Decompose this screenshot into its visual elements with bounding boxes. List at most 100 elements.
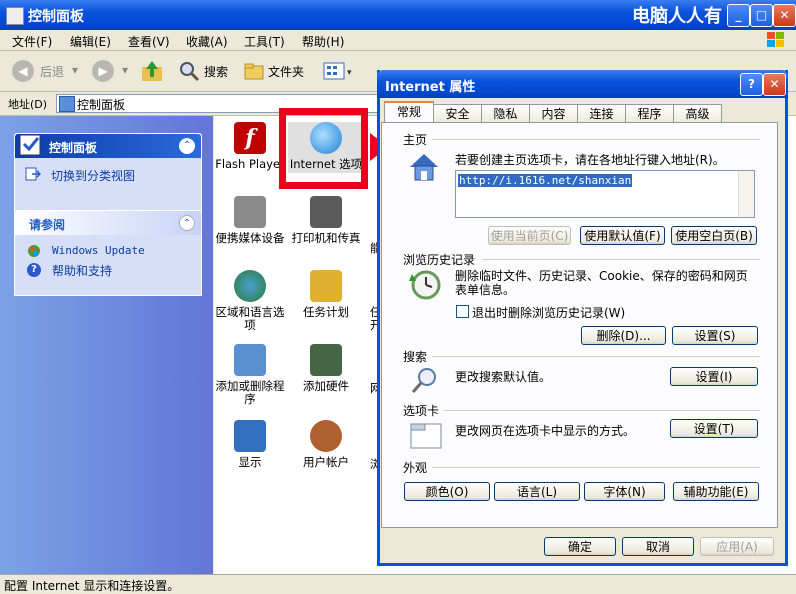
portable-media-item[interactable]: 便携媒体设备: [212, 196, 288, 245]
switch-to-category-link[interactable]: 切换到分类视图: [51, 167, 135, 184]
views-icon[interactable]: ▾: [322, 60, 354, 82]
minimize-button[interactable]: _: [727, 4, 750, 27]
homepage-url-textarea[interactable]: http://i.1616.net/shanxian: [455, 170, 755, 218]
user-accounts-item[interactable]: 用户帐户: [288, 420, 364, 469]
folders-button[interactable]: 文件夹: [268, 63, 304, 80]
menu-help[interactable]: 帮助(H): [302, 33, 344, 50]
tab-privacy[interactable]: 隐私: [481, 104, 530, 124]
section-header[interactable]: 控制面板 ⌃: [15, 134, 201, 158]
tab-connections[interactable]: 连接: [577, 104, 626, 124]
user-accounts-icon: [310, 420, 342, 452]
regional-language-item[interactable]: 区域和语言选项: [212, 270, 288, 332]
status-bar: 配置 Internet 显示和连接设置。: [0, 574, 796, 594]
history-settings-button[interactable]: 设置(S): [672, 326, 758, 345]
cancel-button[interactable]: 取消: [622, 537, 694, 556]
dialog-titlebar: Internet 属性 ? ✕: [377, 70, 788, 98]
watermark-text: 电脑人人有: [632, 6, 722, 27]
control-panel-section: 控制面板 ⌃ 切换到分类视图: [14, 133, 202, 213]
tabs-settings-button[interactable]: 设置(T): [670, 419, 758, 438]
maximize-button[interactable]: □: [750, 4, 773, 27]
collapse-chevron-icon[interactable]: ⌃: [179, 215, 195, 231]
history-clock-icon: [408, 269, 442, 301]
apply-button[interactable]: 应用(A): [700, 537, 774, 556]
section-title: 控制面板: [49, 141, 98, 155]
flash-player-item[interactable]: f Flash Player: [212, 122, 288, 171]
languages-button[interactable]: 语言(L): [494, 482, 580, 501]
dialog-close-button[interactable]: ✕: [763, 73, 786, 96]
homepage-url-value: http://i.1616.net/shanxian: [458, 174, 633, 187]
back-arrow-icon[interactable]: ◀: [12, 60, 34, 82]
see-also-section: 请参阅 ⌃ Windows Update ? 帮助和支持: [14, 210, 202, 296]
up-folder-icon[interactable]: [140, 59, 164, 83]
close-button[interactable]: ✕: [773, 4, 796, 27]
tab-programs[interactable]: 程序: [625, 104, 674, 124]
item-label: 用户帐户: [303, 455, 349, 469]
search-button[interactable]: 搜索: [204, 63, 228, 80]
back-button[interactable]: 后退: [40, 63, 64, 80]
menu-tools[interactable]: 工具(T): [244, 33, 285, 50]
control-panel-icon: [6, 7, 24, 25]
item-label: 打印机和传真: [291, 231, 361, 245]
scheduled-tasks-item[interactable]: 任务计划: [288, 270, 364, 319]
use-blank-button[interactable]: 使用空白页(B): [671, 226, 757, 245]
tab-advanced[interactable]: 高级: [673, 104, 722, 124]
item-label: 添加或删除程序: [215, 379, 285, 406]
address-value: 控制面板: [77, 98, 126, 112]
accessibility-button[interactable]: 辅助功能(E): [673, 482, 759, 501]
tabs-header: 选项卡: [403, 404, 440, 418]
portable-media-icon: [234, 196, 266, 228]
colors-button[interactable]: 颜色(O): [404, 482, 490, 501]
homepage-description: 若要创建主页选项卡，请在各地址行键入地址(R)。: [455, 153, 725, 167]
search-icon[interactable]: [178, 60, 200, 82]
search-description: 更改搜索默认值。: [455, 370, 552, 384]
globe-icon: [234, 270, 266, 302]
back-dropdown-icon[interactable]: ▾: [72, 63, 78, 77]
tabs-description: 更改网页在选项卡中显示的方式。: [455, 424, 636, 438]
search-settings-button[interactable]: 设置(I): [670, 367, 758, 386]
divider: [432, 356, 760, 357]
help-support-link[interactable]: 帮助和支持: [52, 262, 112, 279]
task-pane: 控制面板 ⌃ 切换到分类视图 请参阅 ⌃ Windows Update ? 帮助…: [0, 116, 213, 574]
history-description: 删除临时文件、历史记录、Cookie、保存的密码和网页表单信息。: [455, 269, 748, 297]
use-current-button[interactable]: 使用当前页(C): [488, 226, 571, 245]
divider: [444, 410, 760, 411]
fonts-button[interactable]: 字体(N): [584, 482, 665, 501]
folders-icon[interactable]: [244, 60, 266, 82]
menu-favorites[interactable]: 收藏(A): [186, 33, 228, 50]
tabs-window-icon: [410, 420, 442, 450]
window-title: 控制面板: [28, 9, 84, 25]
windows-update-link[interactable]: Windows Update: [52, 244, 145, 257]
display-item[interactable]: 显示: [212, 420, 288, 469]
menu-edit[interactable]: 编辑(E): [70, 33, 111, 50]
appearance-header: 外观: [403, 461, 428, 475]
item-label: Flash Player: [215, 157, 285, 171]
see-also-header[interactable]: 请参阅 ⌃: [15, 211, 201, 235]
forward-arrow-icon[interactable]: ▶: [92, 60, 114, 82]
add-remove-programs-item[interactable]: 添加或删除程序: [212, 344, 288, 406]
help-button[interactable]: ?: [740, 73, 763, 96]
collapse-chevron-icon[interactable]: ⌃: [179, 138, 195, 154]
svg-text:▾: ▾: [347, 68, 352, 78]
window-titlebar: 控制面板 电脑人人有 _ □ ✕: [0, 0, 796, 30]
printers-item[interactable]: 打印机和传真: [288, 196, 364, 245]
divider: [482, 259, 760, 260]
menu-view[interactable]: 查看(V): [128, 33, 170, 50]
scrollbar[interactable]: [738, 171, 754, 217]
home-icon: [408, 151, 440, 183]
forward-dropdown-icon[interactable]: ▾: [122, 63, 128, 77]
tab-content[interactable]: 内容: [529, 104, 578, 124]
add-hardware-item[interactable]: 添加硬件: [288, 344, 364, 393]
control-panel-section-icon: [18, 132, 44, 158]
delete-history-button[interactable]: 删除(D)...: [581, 326, 666, 345]
control-panel-small-icon: [59, 96, 75, 112]
display-icon: [234, 420, 266, 452]
ok-button[interactable]: 确定: [544, 537, 616, 556]
menu-file[interactable]: 文件(F): [12, 33, 52, 50]
add-remove-icon: [234, 344, 266, 376]
printer-icon: [310, 196, 342, 228]
tab-security[interactable]: 安全: [433, 104, 482, 124]
delete-on-exit-checkbox[interactable]: [456, 305, 469, 318]
windows-update-icon: [27, 244, 41, 258]
item-label: 添加硬件: [303, 379, 349, 393]
use-default-button[interactable]: 使用默认值(F): [580, 226, 665, 245]
